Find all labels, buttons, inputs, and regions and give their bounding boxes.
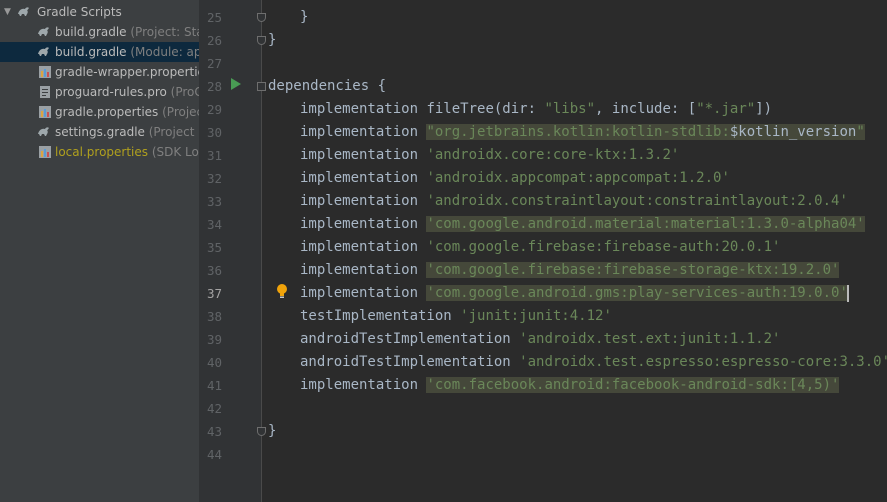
code-line-39: androidTestImplementation 'androidx.test…	[300, 331, 781, 347]
line-number: 43	[206, 424, 222, 439]
code-line-35: implementation 'com.google.firebase:fire…	[300, 239, 781, 255]
tree-item-label: proguard-rules.pro	[55, 85, 167, 99]
project-tree-panel: ▼ Gradle Scripts build.gradle (Project: …	[0, 0, 199, 502]
line-number: 36	[206, 263, 222, 278]
line-number: 35	[206, 240, 222, 255]
line-number: 38	[206, 309, 222, 324]
line-number: 27	[206, 56, 222, 71]
tree-item-hint: (SDK Locat	[151, 145, 199, 159]
code-line-34: implementation 'com.google.android.mater…	[300, 216, 865, 232]
code-line-38: testImplementation 'junit:junit:4.12'	[300, 308, 612, 324]
code-line-31: implementation 'androidx.core:core-ktx:1…	[300, 147, 680, 163]
code-line-33: implementation 'androidx.constraintlayou…	[300, 193, 848, 209]
line-number: 41	[206, 378, 222, 393]
code-line-37: implementation 'com.google.android.gms:p…	[300, 284, 849, 302]
tree-item-label: Gradle Scripts	[37, 5, 122, 19]
tree-item-label: local.properties	[55, 145, 149, 159]
properties-file-icon	[39, 106, 51, 118]
tree-item-label: build.gradle	[55, 25, 127, 39]
line-number: 28	[206, 79, 222, 94]
line-number: 32	[206, 171, 222, 186]
code-line-30: implementation "org.jetbrains.kotlin:kot…	[300, 124, 865, 140]
tree-item-label: build.gradle	[55, 45, 127, 59]
tree-item-local-properties[interactable]: local.properties (SDK Locat	[0, 142, 199, 162]
tree-item-gradle-properties[interactable]: gradle.properties (Project P	[0, 102, 199, 122]
code-line-25: }	[300, 9, 309, 25]
tree-item-hint: (Project Set	[148, 125, 199, 139]
text-caret	[846, 284, 849, 302]
tree-item-hint: (ProGua	[170, 85, 199, 99]
tree-item-gradle-wrapper-properties[interactable]: gradle-wrapper.properties (	[0, 62, 199, 82]
tree-item-build-gradle-project[interactable]: build.gradle (Project: Stagr	[0, 22, 199, 42]
expand-arrow-icon[interactable]: ▼	[4, 2, 11, 22]
code-line-26: }	[268, 32, 277, 48]
code-line-36: implementation 'com.google.firebase:fire…	[300, 262, 840, 278]
line-number: 40	[206, 355, 222, 370]
line-number: 31	[206, 148, 222, 163]
line-number: 30	[206, 125, 222, 140]
line-number: 39	[206, 332, 222, 347]
gradle-folder-icon	[18, 7, 29, 17]
gradle-file-icon	[38, 127, 49, 136]
gradle-file-icon	[38, 27, 49, 36]
tree-item-hint: (Project: Stagr	[130, 25, 199, 39]
line-number: 42	[206, 401, 222, 416]
properties-file-icon	[39, 146, 51, 158]
tree-item-proguard-rules[interactable]: proguard-rules.pro (ProGua	[0, 82, 199, 102]
line-number: 26	[206, 33, 222, 48]
line-number: 34	[206, 217, 222, 232]
tree-item-build-gradle-module[interactable]: build.gradle (Module: app)	[0, 42, 199, 62]
tree-item-hint: (Module: app)	[130, 45, 199, 59]
tree-item-label: gradle.properties	[55, 105, 159, 119]
code-line-32: implementation 'androidx.appcompat:appco…	[300, 170, 730, 186]
tree-item-gradle-scripts[interactable]: ▼ Gradle Scripts	[0, 2, 199, 22]
gradle-file-icon	[38, 47, 49, 56]
code-line-40: androidTestImplementation 'androidx.test…	[300, 354, 887, 370]
line-number: 25	[206, 10, 222, 25]
tree-item-label: settings.gradle	[55, 125, 145, 139]
line-number: 44	[206, 447, 222, 462]
code-line-41: implementation 'com.facebook.android:fac…	[300, 377, 840, 393]
line-number: 33	[206, 194, 222, 209]
line-number: 29	[206, 102, 222, 117]
tree-item-settings-gradle[interactable]: settings.gradle (Project Set	[0, 122, 199, 142]
tree-item-label: gradle-wrapper.properties	[55, 65, 199, 79]
code-line-28: dependencies {	[268, 78, 387, 94]
properties-file-icon	[39, 66, 51, 78]
tree-item-hint: (Project P	[162, 105, 199, 119]
line-number-current: 37	[206, 286, 222, 301]
run-icon[interactable]	[231, 78, 241, 90]
code-line-43: }	[268, 423, 277, 439]
text-file-icon	[40, 86, 50, 98]
code-line-29: implementation fileTree(dir: "libs", inc…	[300, 101, 773, 117]
